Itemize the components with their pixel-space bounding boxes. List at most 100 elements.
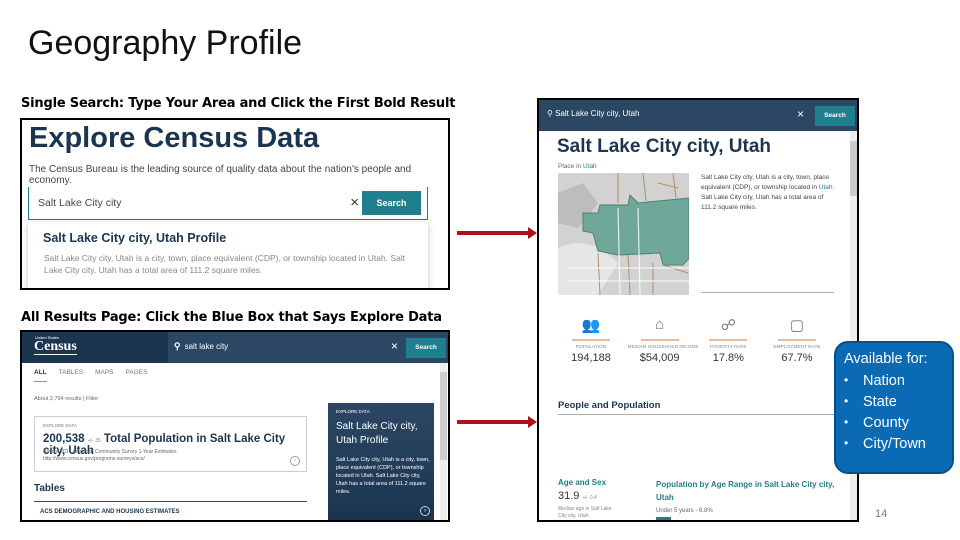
suggestion-desc: Salt Lake City city, Utah is a city, tow… (44, 253, 406, 275)
suggestion-dropdown: Salt Lake City city, Utah Profile Salt L… (28, 222, 428, 288)
card-url[interactable]: http://www.census.gov/programs-surveys/a… (43, 456, 177, 463)
median-age: 31.9 +/- 0.4 (558, 490, 597, 502)
card-number: 200,538 (43, 433, 85, 445)
list-item-label: County (863, 415, 909, 431)
search-button[interactable]: Search (406, 338, 446, 358)
availability-callout: Available for: • Nation • State • County • C… (834, 341, 954, 474)
bullet-icon: • (844, 415, 849, 429)
divider (558, 414, 838, 415)
stat-label: MEDIAN HOUSEHOLD INCOME (627, 345, 699, 350)
stat-label: POVERTY RATE (710, 345, 747, 350)
search-value: salt lake city (184, 342, 229, 351)
list-item: • Nation (844, 373, 952, 389)
list-item: • City/Town (844, 436, 952, 452)
under5-bar (656, 517, 671, 520)
clear-icon[interactable]: × (350, 194, 359, 211)
profile-screenshot: ⚲ Salt Lake City city, Utah × Search Sal… (537, 98, 859, 522)
stat-label: EMPLOYMENT RATE (773, 345, 821, 350)
stat-employment-rate[interactable]: ▢ EMPLOYMENT RATE 67.7% (765, 316, 829, 364)
chevron-right-icon[interactable]: › (290, 456, 300, 466)
explore-box-kicker: EXPLORE DATA (336, 409, 370, 414)
age-range-title[interactable]: Population by Age Range in Salt Lake Cit… (656, 478, 836, 504)
arrow-right-icon (457, 227, 537, 239)
stat-value: 194,188 (571, 352, 611, 364)
logo-text: Census (34, 339, 77, 355)
clear-icon[interactable]: × (391, 339, 398, 353)
place-link[interactable]: Utah (583, 163, 597, 170)
list-item-label: City/Town (863, 436, 926, 452)
divider (34, 501, 307, 502)
list-item-label: State (863, 394, 897, 410)
list-item: • State (844, 394, 952, 410)
scrollbar-thumb[interactable] (440, 372, 447, 460)
tables-heading: Tables (34, 483, 65, 494)
card-source-text: Source 2017 American Community Survey 1-… (43, 449, 177, 455)
briefcase-icon: ▢ (789, 317, 805, 334)
stats-row: 👥 POPULATION 194,188 ⌂ MEDIAN HOUSEHOLD … (559, 316, 829, 364)
result-count: About 2,794 results | Filter (34, 396, 99, 402)
slide-title: Geography Profile (28, 24, 303, 62)
divider (701, 292, 834, 293)
callout-title: Available for: (844, 351, 928, 367)
profile-description: Salt Lake City city, Utah is a city, tow… (701, 173, 836, 213)
median-age-value: 31.9 (558, 490, 580, 502)
stat-value: 17.8% (712, 352, 744, 364)
clear-icon[interactable]: × (797, 107, 804, 121)
place-prefix: Place in (558, 163, 583, 170)
explore-data-box[interactable]: EXPLORE DATA Salt Lake City city, Utah P… (328, 403, 434, 520)
tab-pages[interactable]: PAGES (126, 369, 148, 382)
search-input[interactable]: ⚲ salt lake city (174, 341, 228, 352)
search-box[interactable]: Salt Lake City city × Search (28, 187, 428, 220)
stat-value: $54,009 (639, 352, 680, 364)
stat-value: 67.7% (781, 352, 813, 364)
tab-tables[interactable]: TABLES (59, 369, 83, 382)
search-icon: ⚲ (174, 341, 181, 351)
city-map[interactable] (558, 173, 689, 295)
list-item: • County (844, 415, 952, 431)
under5-label: Under 5 years - 6.8% (656, 508, 713, 514)
place-breadcrumb: Place in Utah (558, 163, 597, 170)
house-icon: ⌂ (655, 316, 665, 333)
stat-population[interactable]: 👥 POPULATION 194,188 (559, 316, 623, 364)
tab-all[interactable]: ALL (34, 369, 47, 382)
section-title: People and Population (558, 400, 661, 411)
explore-heading: Explore Census Data (29, 122, 320, 154)
desc-link[interactable]: Utah (819, 184, 833, 191)
scrollbar-thumb[interactable] (850, 141, 857, 196)
scrollbar[interactable] (440, 363, 447, 520)
bullet-icon: • (844, 373, 849, 387)
explore-census-screenshot: Explore Census Data The Census Bureau is… (20, 118, 450, 290)
median-age-moe: +/- 0.4 (582, 495, 597, 501)
search-value: Salt Lake City city, Utah (555, 109, 640, 118)
explore-box-title: Salt Lake City city, Utah Profile (336, 421, 418, 446)
search-button[interactable]: Search (362, 191, 421, 215)
desc-text: Salt Lake City city, Utah is a city, tow… (701, 174, 830, 191)
stat-underline (572, 339, 610, 341)
page-number: 14 (875, 508, 888, 520)
census-logo[interactable]: United States Census (22, 332, 168, 363)
stat-poverty-rate[interactable]: ☍ POVERTY RATE 17.8% (696, 316, 760, 364)
profile-heading: Salt Lake City city, Utah (557, 136, 771, 157)
card-moe: +/- 35 (87, 438, 101, 444)
arrow-right-icon (457, 416, 537, 428)
search-input[interactable]: ⚲ Salt Lake City city, Utah (547, 109, 639, 118)
results-tabs: ALL TABLES MAPS PAGES (34, 369, 147, 382)
search-input[interactable]: Salt Lake City city (38, 197, 121, 209)
chevron-right-icon[interactable]: › (420, 506, 430, 516)
stat-underline (709, 339, 748, 341)
stat-underline (777, 339, 816, 341)
caption-single-search: Single Search: Type Your Area and Click … (21, 96, 456, 111)
suggestion-title[interactable]: Salt Lake City city, Utah Profile (43, 231, 226, 245)
table-link[interactable]: ACS DEMOGRAPHIC AND HOUSING ESTIMATES (40, 509, 180, 515)
median-age-label: Median age in Salt Lake City city, Utah (558, 506, 612, 519)
hand-coin-icon: ☍ (720, 317, 736, 334)
stat-median-income[interactable]: ⌂ MEDIAN HOUSEHOLD INCOME $54,009 (627, 316, 699, 364)
stat-label: POPULATION (575, 345, 607, 350)
age-sex-title[interactable]: Age and Sex (558, 478, 606, 487)
people-icon: 👥 (581, 317, 601, 334)
population-card[interactable]: EXPLORE DATA 200,538 +/- 35 Total Popula… (34, 416, 307, 472)
tab-maps[interactable]: MAPS (95, 369, 113, 382)
search-button[interactable]: Search (815, 106, 855, 126)
caption-all-results: All Results Page: Click the Blue Box tha… (21, 310, 442, 325)
explore-box-desc: Salt Lake City city, Utah is a city, tow… (336, 457, 430, 495)
